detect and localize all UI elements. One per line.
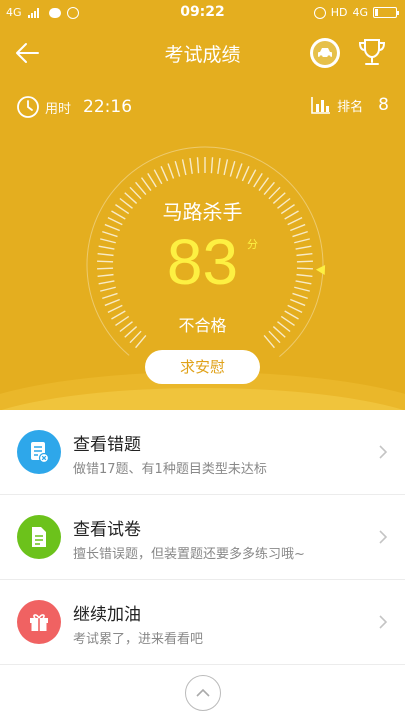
action-list: 查看错题 做错17题、有1种题目类型未达标 查看试卷 擅长错误题，但装置题还要多… [0, 410, 405, 665]
time-label: 用时 [45, 101, 72, 117]
paper-icon [17, 515, 61, 559]
rank-value: 8 [378, 95, 389, 115]
list-item-subtitle: 擅长错误题，但装置题还要多多练习哦~ [73, 547, 305, 562]
chevron-right-icon [379, 445, 388, 459]
list-item-wrong-questions[interactable]: 查看错题 做错17题、有1种题目类型未达标 [0, 410, 405, 495]
time-value: 22:16 [83, 97, 133, 117]
hd-label: HD [330, 6, 348, 19]
trophy-icon [358, 39, 386, 65]
list-item-subtitle: 做错17题、有1种题目类型未达标 [73, 462, 267, 477]
rank-label: 排名 [337, 99, 364, 115]
list-item-title: 查看错题 [73, 435, 141, 455]
list-item-title: 查看试卷 [73, 520, 141, 540]
car-button[interactable] [310, 38, 340, 68]
rank-row: 排名 8 [311, 95, 389, 115]
wrong-questions-icon [17, 430, 61, 474]
alarm-icon [313, 6, 326, 19]
chevron-right-icon [379, 530, 388, 544]
status-bar: 4G 09:22 HD 4G [0, 0, 405, 26]
chevron-up-icon [196, 688, 210, 697]
gauge-title: 马路杀手 [162, 200, 243, 224]
trophy-button[interactable] [356, 36, 388, 68]
list-item-subtitle: 考试累了，进来看看吧 [73, 632, 204, 647]
score-unit: 分 [247, 238, 258, 251]
scroll-up-button[interactable] [185, 675, 221, 711]
car-icon [313, 41, 337, 65]
score-value: 83 [166, 226, 239, 298]
battery-icon [373, 7, 399, 18]
network-right-label: 4G [352, 6, 368, 19]
result-label: 不合格 [178, 316, 227, 335]
time-row: 用时 22:16 [16, 95, 132, 119]
list-item-title: 继续加油 [73, 605, 141, 625]
gift-icon [17, 600, 61, 644]
page-title: 考试成绩 [164, 44, 241, 66]
comfort-button[interactable]: 求安慰 [145, 350, 260, 384]
list-item-keep-going[interactable]: 继续加油 考试累了，进来看看吧 [0, 580, 405, 665]
clock-icon [17, 96, 39, 118]
chevron-right-icon [379, 615, 388, 629]
rank-chart-icon [311, 97, 331, 114]
list-item-paper[interactable]: 查看试卷 擅长错误题，但装置题还要多多练习哦~ [0, 495, 405, 580]
